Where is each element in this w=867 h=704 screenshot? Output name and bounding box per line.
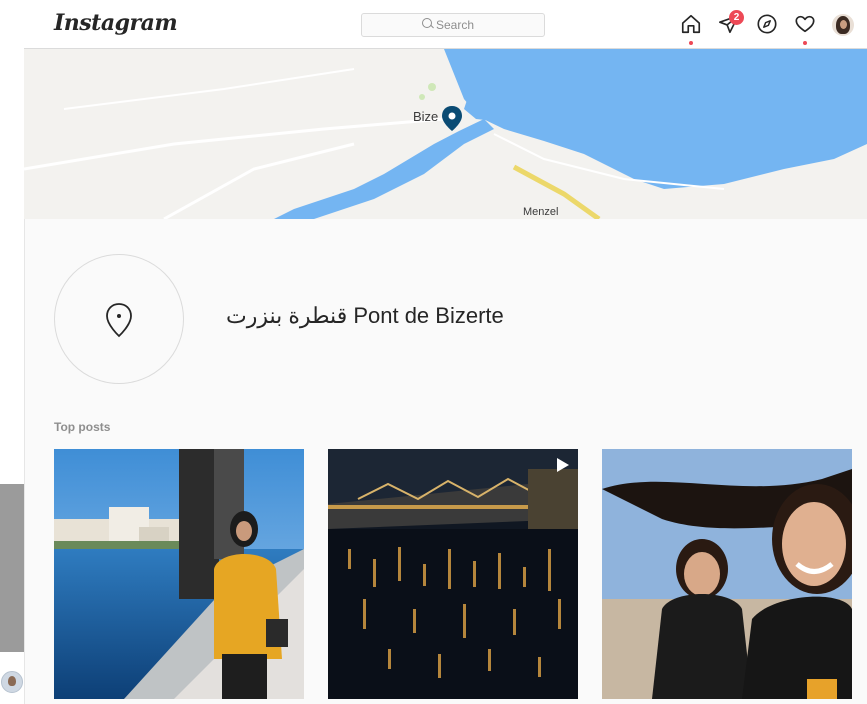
post-thumbnail-3[interactable] [602,449,852,699]
post-thumbnail-2[interactable] [328,449,578,699]
top-posts-heading: Top posts [54,420,111,434]
activity-heart-icon[interactable] [794,13,816,35]
location-avatar-circle [54,254,184,384]
activity-notification-dot [803,41,807,45]
top-navigation-bar: Instagram 2 [24,0,867,49]
home-notification-dot [689,41,693,45]
side-panel-bar [0,484,24,652]
explore-icon[interactable] [756,13,778,35]
location-title: قنطرة بنزرت Pont de Bizerte [226,303,504,328]
search-input[interactable] [436,17,536,32]
home-icon[interactable] [680,13,702,35]
map-label-city: Bize [413,109,439,124]
search-icon [422,18,432,28]
side-avatar-icon[interactable] [1,671,23,693]
video-play-icon [557,458,569,472]
map-label-menzel: Menzel [523,206,559,218]
profile-avatar[interactable] [832,14,854,36]
instagram-logo[interactable]: Instagram [54,10,178,36]
left-window-strip [0,0,25,704]
location-map[interactable]: Bize Menzel [24,49,867,219]
direct-badge: 2 [729,10,744,25]
search-box[interactable] [361,13,545,37]
post-thumbnail-1[interactable] [54,449,304,699]
location-pin-icon [106,303,132,338]
